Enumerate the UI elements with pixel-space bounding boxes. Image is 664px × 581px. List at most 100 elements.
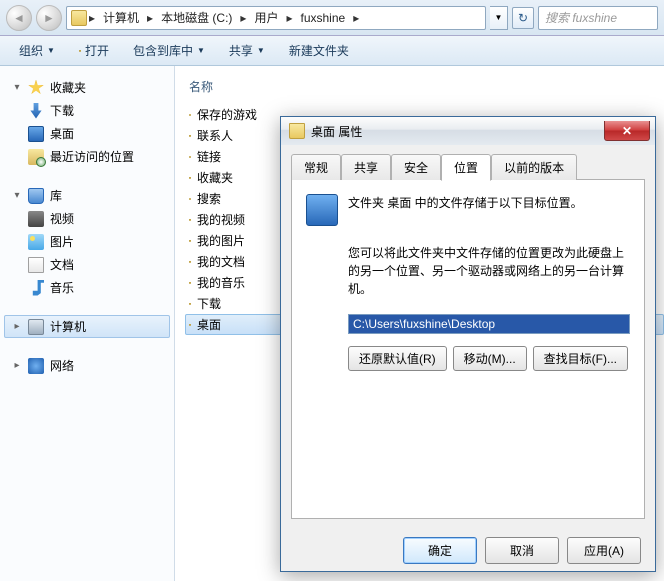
tab-previous-versions[interactable]: 以前的版本 [491, 154, 577, 180]
sidebar-item-network[interactable]: ▸ 网络 [4, 354, 170, 377]
dialog-description: 您可以将此文件夹中文件存储的位置更改为此硬盘上的另一个位置、另一个驱动器或网络上… [306, 244, 630, 298]
close-button[interactable]: ✕ [604, 121, 650, 141]
refresh-button[interactable]: ↻ [512, 7, 534, 29]
file-name: 收藏夹 [197, 169, 233, 186]
recent-icon [28, 149, 44, 165]
cancel-button[interactable]: 取消 [485, 537, 559, 564]
column-header-name[interactable]: 名称 [185, 76, 664, 98]
video-icon [28, 211, 44, 227]
folder-icon [289, 123, 305, 139]
dialog-heading-text: 文件夹 桌面 中的文件存储于以下目标位置。 [348, 194, 583, 211]
tab-security[interactable]: 安全 [391, 154, 441, 180]
file-name: 链接 [197, 148, 221, 165]
restore-default-button[interactable]: 还原默认值(R) [348, 346, 447, 371]
properties-dialog: 桌面 属性 ✕ 常规 共享 安全 位置 以前的版本 文件夹 桌面 中的文件存储于… [280, 116, 656, 572]
folder-icon [189, 198, 191, 200]
favorites-group: ▾ 收藏夹 下载 桌面 最近访问的位置 [4, 76, 170, 168]
music-icon [28, 280, 44, 296]
include-button[interactable]: 包含到库中▼ [122, 38, 216, 63]
document-icon [28, 257, 44, 273]
computer-group: ▸ 计算机 [4, 315, 170, 338]
network-group: ▸ 网络 [4, 354, 170, 377]
dialog-titlebar[interactable]: 桌面 属性 ✕ [281, 117, 655, 145]
folder-icon [79, 50, 81, 52]
sidebar-item-pictures[interactable]: 图片 [4, 230, 170, 253]
chevron-right-icon[interactable]: ▸ [240, 11, 246, 25]
sidebar-label: 桌面 [50, 125, 74, 142]
sidebar-label: 最近访问的位置 [50, 148, 134, 165]
sidebar-item-downloads[interactable]: 下载 [4, 99, 170, 122]
sidebar-item-documents[interactable]: 文档 [4, 253, 170, 276]
collapse-icon[interactable]: ▾ [12, 82, 22, 93]
sidebar-item-music[interactable]: 音乐 [4, 276, 170, 299]
forward-button[interactable]: ► [36, 5, 62, 31]
organize-button[interactable]: 组织▼ [8, 38, 66, 63]
sidebar: ▾ 收藏夹 下载 桌面 最近访问的位置 ▾库 视频 图片 文档 音乐 ▸ 计算机 ▸… [0, 66, 175, 581]
dialog-tabs: 常规 共享 安全 位置 以前的版本 [281, 145, 655, 179]
folder-icon [189, 135, 191, 137]
tab-location[interactable]: 位置 [441, 154, 491, 181]
address-bar[interactable]: ▸ 计算机 ▸ 本地磁盘 (C:) ▸ 用户 ▸ fuxshine ▸ [66, 6, 486, 30]
folder-icon [189, 324, 191, 326]
file-name: 桌面 [197, 316, 221, 333]
breadcrumb-segment[interactable]: 用户 [248, 7, 284, 28]
file-name: 我的文档 [197, 253, 245, 270]
libraries-group: ▾库 视频 图片 文档 音乐 [4, 184, 170, 299]
move-button[interactable]: 移动(M)... [453, 346, 527, 371]
chevron-down-icon: ▼ [47, 46, 55, 55]
sidebar-label: 图片 [50, 233, 74, 250]
chevron-right-icon[interactable]: ▸ [353, 11, 359, 25]
network-icon [28, 358, 44, 374]
expand-icon[interactable]: ▸ [12, 360, 22, 371]
search-input[interactable]: 搜索 fuxshine [538, 6, 658, 30]
chevron-right-icon[interactable]: ▸ [286, 11, 292, 25]
expand-icon[interactable]: ▸ [12, 321, 22, 332]
sidebar-label: 收藏夹 [50, 79, 86, 96]
apply-button[interactable]: 应用(A) [567, 537, 641, 564]
sidebar-label: 网络 [50, 357, 74, 374]
folder-icon [189, 177, 191, 179]
address-dropdown[interactable]: ▼ [490, 6, 508, 30]
back-button[interactable]: ◄ [6, 5, 32, 31]
dialog-heading-row: 文件夹 桌面 中的文件存储于以下目标位置。 [306, 194, 630, 226]
sidebar-item-desktop[interactable]: 桌面 [4, 122, 170, 145]
breadcrumb-segment[interactable]: 本地磁盘 (C:) [155, 7, 238, 28]
dialog-body: 文件夹 桌面 中的文件存储于以下目标位置。 您可以将此文件夹中文件存储的位置更改… [291, 179, 645, 519]
file-name: 保存的游戏 [197, 106, 257, 123]
breadcrumb-segment[interactable]: 计算机 [97, 7, 145, 28]
library-icon [28, 188, 44, 204]
dialog-button-row: 还原默认值(R) 移动(M)... 查找目标(F)... [306, 346, 630, 371]
desktop-icon [28, 126, 44, 142]
file-name: 我的视频 [197, 211, 245, 228]
find-target-button[interactable]: 查找目标(F)... [533, 346, 628, 371]
ok-button[interactable]: 确定 [403, 537, 477, 564]
share-button[interactable]: 共享▼ [218, 38, 276, 63]
collapse-icon[interactable]: ▾ [12, 190, 22, 201]
open-button[interactable]: 打开 [68, 38, 120, 63]
sidebar-item-recent[interactable]: 最近访问的位置 [4, 145, 170, 168]
chevron-right-icon[interactable]: ▸ [147, 11, 153, 25]
sidebar-label: 计算机 [50, 318, 86, 335]
sidebar-label: 下载 [50, 102, 74, 119]
folder-icon [189, 240, 191, 242]
path-input[interactable] [348, 314, 630, 334]
folder-icon [189, 156, 191, 158]
file-name: 搜索 [197, 190, 221, 207]
folder-icon [189, 219, 191, 221]
sidebar-favorites[interactable]: ▾ 收藏夹 [4, 76, 170, 99]
breadcrumb-segment[interactable]: fuxshine [294, 9, 351, 27]
folder-icon [71, 10, 87, 26]
sidebar-libraries[interactable]: ▾库 [4, 184, 170, 207]
dialog-footer: 确定 取消 应用(A) [281, 529, 655, 571]
sidebar-item-computer[interactable]: ▸ 计算机 [4, 315, 170, 338]
chevron-down-icon: ▼ [257, 46, 265, 55]
tab-general[interactable]: 常规 [291, 154, 341, 180]
computer-icon [28, 319, 44, 335]
sidebar-label: 文档 [50, 256, 74, 273]
chevron-right-icon[interactable]: ▸ [89, 11, 95, 25]
sidebar-item-videos[interactable]: 视频 [4, 207, 170, 230]
new-folder-button[interactable]: 新建文件夹 [278, 38, 360, 63]
dialog-title: 桌面 属性 [311, 123, 362, 140]
toolbar: 组织▼ 打开 包含到库中▼ 共享▼ 新建文件夹 [0, 36, 664, 66]
tab-sharing[interactable]: 共享 [341, 154, 391, 180]
